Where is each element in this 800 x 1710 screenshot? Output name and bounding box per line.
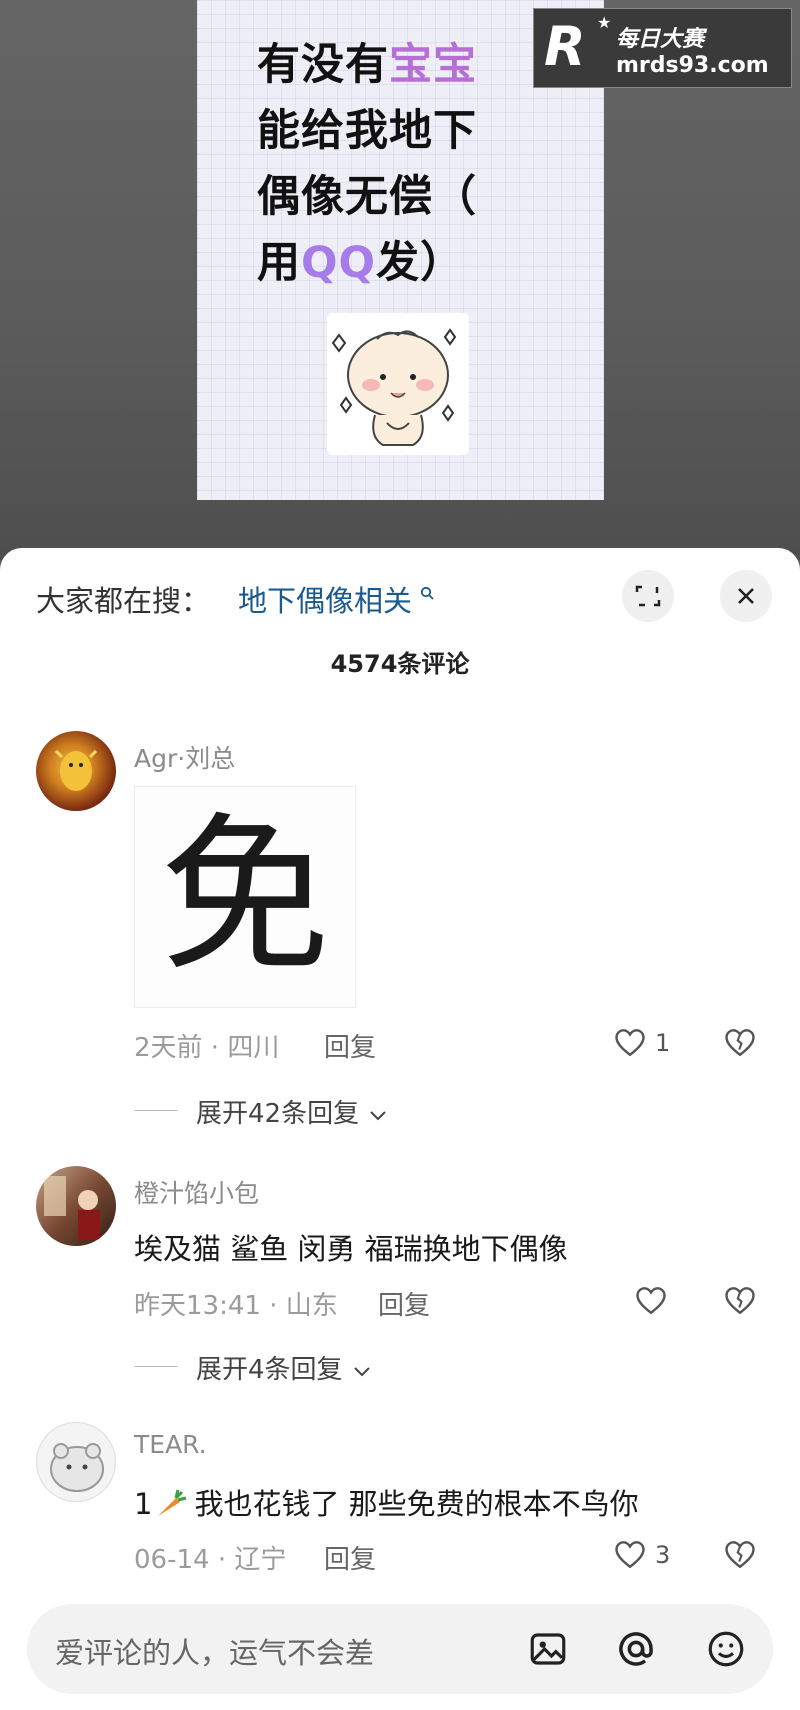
expand-replies-button[interactable]: 展开4条回复 [196, 1349, 373, 1386]
chevron-down-icon [370, 1110, 387, 1120]
like-count: 1 [655, 1029, 671, 1057]
broken-heart-icon [725, 1541, 755, 1569]
reply-button[interactable]: 回复 [324, 1027, 376, 1064]
poster-line-1: 有没有宝宝 [257, 40, 477, 90]
image-icon [530, 1633, 566, 1665]
search-suggestion-prefix: 大家都在搜： [36, 584, 211, 618]
watermark-letter: R [544, 15, 586, 78]
like-count: 3 [655, 1541, 671, 1569]
watermark-logo: R ★ 每日大赛 mrds93.com [533, 8, 792, 88]
comment-username[interactable]: 橙汁馅小包 [134, 1174, 259, 1210]
comment-image[interactable]: 免 [134, 786, 356, 1008]
watermark-url: mrds93.com [616, 53, 769, 78]
comment-meta: 2天前 · 四川 [134, 1033, 280, 1063]
expand-replies-button[interactable]: 展开42条回复 [196, 1093, 389, 1130]
at-icon [619, 1632, 653, 1666]
comment-text-body: 我也花钱了 那些免费的根本不鸟你 [194, 1487, 639, 1521]
expand-button[interactable] [622, 570, 674, 622]
search-suggestion-link[interactable]: 地下偶像相关 [238, 578, 434, 620]
expand-icon [635, 585, 661, 607]
comments-sheet: 大家都在搜： 地下偶像相关 4574条评论 Agr·刘总 免 2天前 · 四川 [0, 548, 800, 1710]
star-icon: ★ [597, 13, 612, 32]
chevron-down-icon [354, 1366, 370, 1376]
comment-meta: 昨天13:41 · 山东 [134, 1291, 338, 1321]
poster-line-4: 用QQ发） [257, 238, 465, 288]
comment-image-text: 免 [159, 798, 330, 996]
search-icon [414, 584, 434, 605]
mention-button[interactable] [615, 1628, 657, 1674]
carrot-icon [158, 1489, 187, 1516]
heart-icon [636, 1287, 666, 1315]
watermark-name: 每日大赛 [616, 27, 705, 52]
close-icon [738, 588, 754, 604]
emoji-icon [708, 1631, 744, 1667]
comment-username[interactable]: TEAR. [134, 1430, 207, 1459]
comment-text: 埃及猫 鲨鱼 闵勇 福瑞换地下偶像 [134, 1232, 568, 1266]
expand-replies-label: 展开42条回复 [196, 1099, 360, 1129]
close-button[interactable] [720, 570, 772, 622]
expand-divider [134, 1366, 178, 1367]
bun-sticker-image [327, 313, 469, 455]
like-button[interactable] [612, 1536, 648, 1576]
image-button[interactable] [527, 1628, 569, 1674]
avatar[interactable] [36, 731, 116, 811]
dislike-button[interactable] [722, 1282, 758, 1322]
broken-heart-icon [725, 1287, 755, 1315]
search-suggestion-text: 地下偶像相关 [238, 584, 413, 618]
comment-input-bar[interactable]: 爱评论的人，运气不会差 [27, 1604, 773, 1694]
expand-divider [134, 1110, 178, 1111]
dislike-button[interactable] [722, 1024, 758, 1064]
dislike-button[interactable] [722, 1536, 758, 1576]
heart-icon [615, 1541, 645, 1569]
reply-button[interactable]: 回复 [324, 1539, 376, 1576]
comment-username[interactable]: Agr·刘总 [134, 739, 235, 775]
like-button[interactable] [612, 1024, 648, 1064]
bottom-safe-area [0, 1700, 800, 1710]
broken-heart-icon [725, 1029, 755, 1057]
poster-line-3: 偶像无偿（ [257, 172, 477, 222]
like-button[interactable] [633, 1282, 669, 1322]
video-player-area[interactable]: 有没有宝宝 能给我地下 偶像无偿（ 用QQ发） R ★ 每日大赛 mrds93.… [0, 0, 800, 560]
comment-text: 1 我也花钱了 那些免费的根本不鸟你 [134, 1481, 639, 1523]
expand-replies-label: 展开4条回复 [196, 1355, 343, 1385]
heart-icon [615, 1029, 645, 1057]
comment-input-placeholder[interactable]: 爱评论的人，运气不会差 [55, 1630, 374, 1672]
comment-meta: 06-14 · 辽宁 [134, 1545, 287, 1575]
avatar[interactable] [36, 1422, 116, 1502]
emoji-button[interactable] [705, 1628, 747, 1674]
reply-button[interactable]: 回复 [378, 1285, 430, 1322]
avatar[interactable] [36, 1166, 116, 1246]
comment-count-title: 4574条评论 [330, 650, 470, 678]
poster-line-2: 能给我地下 [257, 106, 477, 156]
comment-text-prefix: 1 [134, 1487, 153, 1521]
